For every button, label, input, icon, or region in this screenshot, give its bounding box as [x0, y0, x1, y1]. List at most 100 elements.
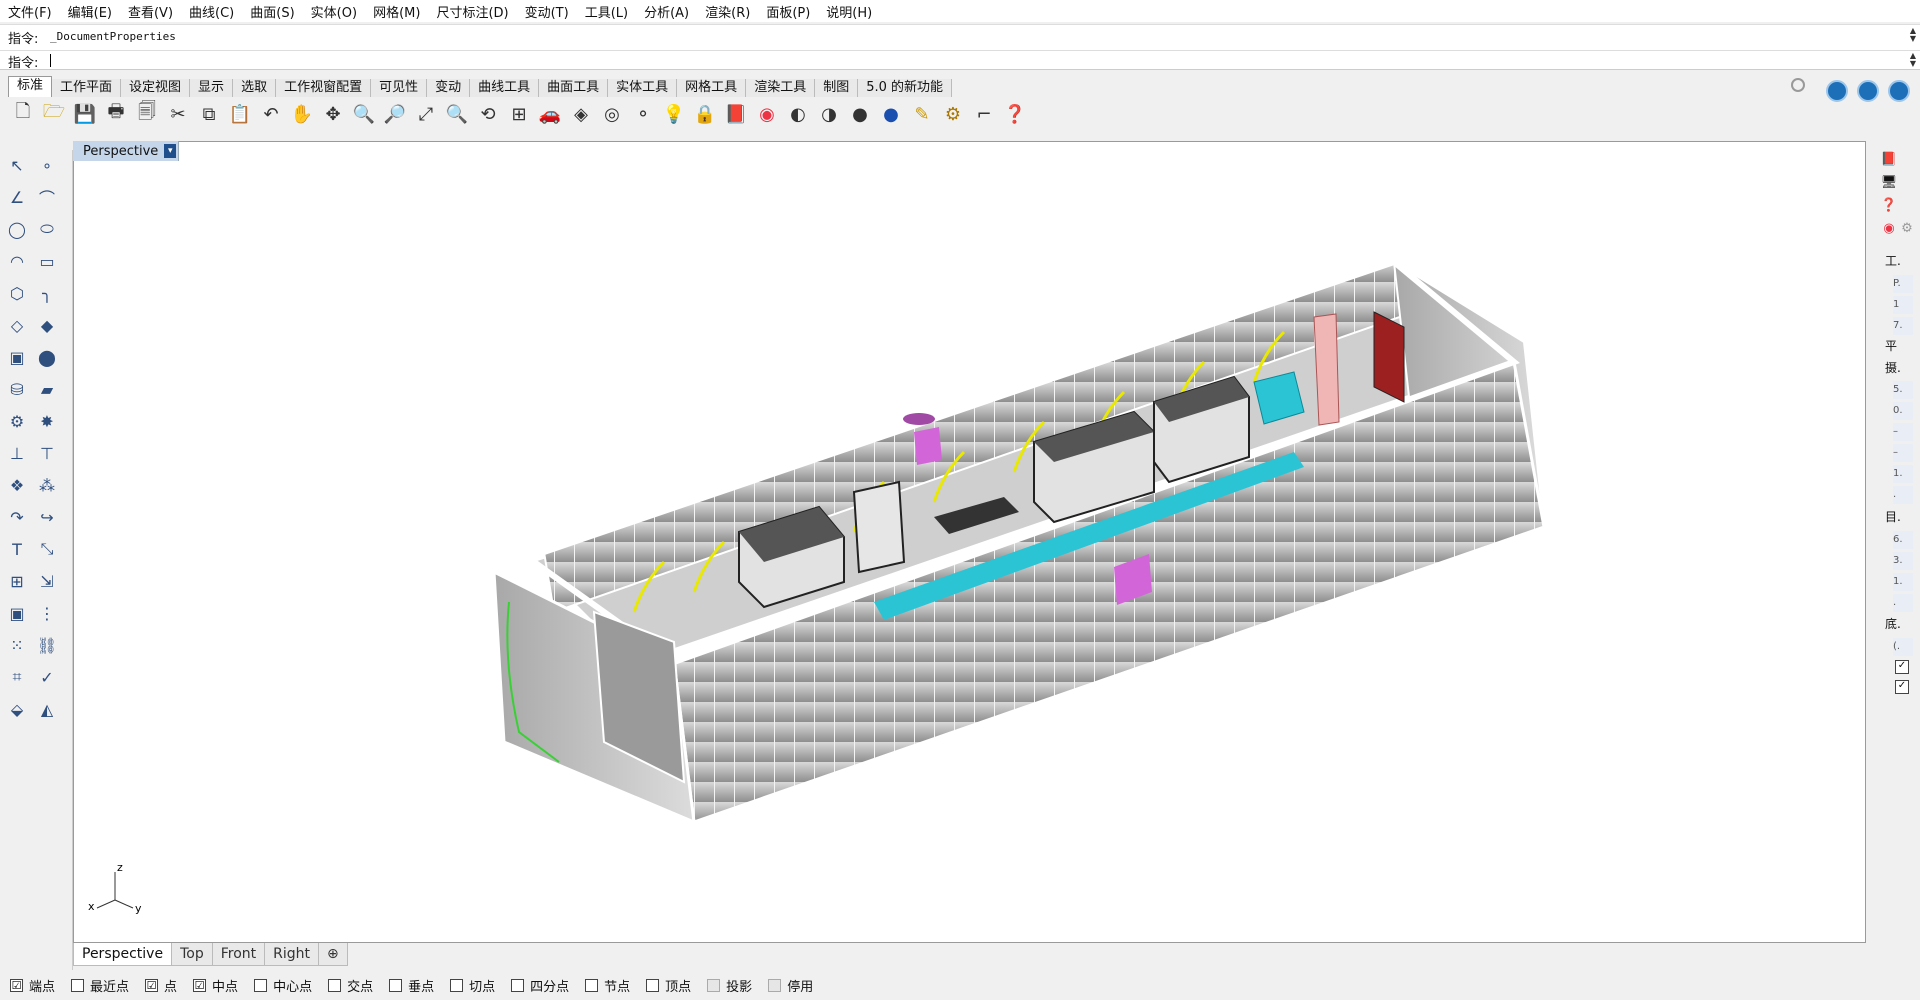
color-wheel-icon[interactable]: ◉	[754, 101, 780, 127]
osnap-tan[interactable]: 切点	[450, 976, 495, 995]
osnap-quad-checkbox[interactable]	[511, 978, 525, 992]
osnap-near[interactable]: 最近点	[71, 976, 129, 995]
tab-new-in-v5[interactable]: 5.0 的新功能	[858, 79, 953, 97]
menu-file[interactable]: 文件(F)	[0, 2, 60, 21]
prop-field-13[interactable]: 6.	[1893, 531, 1913, 549]
prop-field-16[interactable]: .	[1893, 594, 1913, 612]
solid-box-icon[interactable]: ▣	[6, 602, 28, 624]
tab-transform[interactable]: 变动	[427, 79, 471, 97]
tab-render-tools[interactable]: 渲染工具	[746, 79, 816, 97]
open-folder-icon[interactable]: 🗁	[41, 101, 67, 127]
model-view[interactable]	[74, 142, 1865, 942]
polyline-icon[interactable]: ∠	[6, 186, 28, 208]
wireframe-sphere-icon[interactable]: ◐	[785, 101, 811, 127]
panel-gear-icon[interactable]: ⚙	[1898, 220, 1916, 238]
explode-icon[interactable]: ✸	[36, 410, 58, 432]
osnap-near-checkbox[interactable]	[71, 978, 85, 992]
box-icon[interactable]: ▣	[6, 346, 28, 368]
grid-array-icon[interactable]: ⁙	[6, 634, 28, 656]
prop-checkbox-1[interactable]: ✓	[1895, 660, 1909, 674]
menu-transform[interactable]: 变动(T)	[517, 2, 577, 21]
cylinder-icon[interactable]: ⛁	[6, 378, 28, 400]
tab-set-view[interactable]: 设定视图	[121, 79, 191, 97]
plane-surface-icon[interactable]: ▰	[36, 378, 58, 400]
curve-icon[interactable]: ⌒	[36, 186, 58, 208]
camera-target-icon[interactable]: ◈	[568, 101, 594, 127]
light-bulb-icon[interactable]: 💡	[661, 101, 687, 127]
menu-analyze[interactable]: 分析(A)	[636, 2, 697, 21]
osnap-tan-checkbox[interactable]	[450, 978, 464, 992]
zoom-window-icon[interactable]: 🔎	[382, 101, 408, 127]
prop-field-18[interactable]: (.	[1893, 638, 1913, 656]
osnap-int[interactable]: 交点	[328, 976, 373, 995]
tab-drafting[interactable]: 制图	[815, 79, 859, 97]
zoom-selected-icon[interactable]: 🔍	[444, 101, 470, 127]
menu-panels[interactable]: 面板(P)	[758, 2, 818, 21]
cplane-icon[interactable]: ◎	[599, 101, 625, 127]
select-arrow-icon[interactable]: ↖	[6, 154, 28, 176]
add-viewport-icon[interactable]: ⊕	[318, 942, 348, 966]
osnap-perp-checkbox[interactable]	[389, 978, 403, 992]
surface-edge-icon[interactable]: ◆	[36, 314, 58, 336]
surface-corner-icon[interactable]: ◇	[6, 314, 28, 336]
group-icon[interactable]: ❖	[6, 474, 28, 496]
view-tab-perspective[interactable]: Perspective	[73, 942, 173, 966]
cut-icon[interactable]: ✂	[165, 101, 191, 127]
sync-icon-1[interactable]	[1826, 80, 1848, 102]
prop-field-7[interactable]: 0.	[1893, 402, 1913, 420]
prop-checkbox-2[interactable]: ✓	[1895, 680, 1909, 694]
undo-icon[interactable]: ↶	[258, 101, 284, 127]
osnap-vertex[interactable]: 顶点	[646, 976, 691, 995]
display-monitor-icon[interactable]: 🖥	[1880, 174, 1898, 192]
menu-render[interactable]: 渲染(R)	[697, 2, 758, 21]
command-scroll-arrows[interactable]: ▲ ▼	[1910, 52, 1916, 68]
materials-color-icon[interactable]: ◉	[1880, 220, 1898, 238]
tab-curve-tools[interactable]: 曲线工具	[470, 79, 540, 97]
tab-viewport-layout[interactable]: 工作视窗配置	[276, 79, 372, 97]
osnap-mid[interactable]: ☑ 中点	[193, 976, 238, 995]
view-tab-right[interactable]: Right	[264, 942, 320, 966]
osnap-knot-checkbox[interactable]	[585, 978, 599, 992]
osnap-disable[interactable]: 停用	[768, 976, 813, 995]
highlighter-icon[interactable]: ✎	[909, 101, 935, 127]
zoom-extents-icon[interactable]: ⤢	[413, 101, 439, 127]
command-line[interactable]: 指令: ▲ ▼	[0, 50, 1920, 71]
new-file-icon[interactable]: 🗋	[10, 101, 36, 127]
analyze-icon[interactable]: ⌗	[6, 666, 28, 688]
osnap-disable-checkbox[interactable]	[768, 978, 782, 992]
osnap-project-checkbox[interactable]	[707, 978, 721, 992]
select-points-icon[interactable]: ⚬	[630, 101, 656, 127]
tab-mesh-tools[interactable]: 网格工具	[677, 79, 747, 97]
viewport-title-tab[interactable]: Perspective ▾	[73, 141, 180, 161]
osnap-point-checkbox[interactable]: ☑	[145, 978, 159, 992]
lock-icon[interactable]: 🔒	[692, 101, 718, 127]
menu-edit[interactable]: 编辑(E)	[60, 2, 120, 21]
viewport-menu-chevron-down-icon[interactable]: ▾	[164, 144, 177, 158]
menu-dimension[interactable]: 尺寸标注(D)	[428, 2, 516, 21]
sync-icon-3[interactable]	[1888, 80, 1910, 102]
prop-field-11[interactable]: .	[1893, 486, 1913, 504]
view-tab-top[interactable]: Top	[171, 942, 213, 966]
boolean-icon[interactable]: ⬤	[36, 346, 58, 368]
car-icon[interactable]: 🚗	[537, 101, 563, 127]
mesh-gear-icon[interactable]: ⚙	[6, 410, 28, 432]
arc-icon[interactable]: ◠	[6, 250, 28, 272]
menu-view[interactable]: 查看(V)	[120, 2, 181, 21]
prop-field-10[interactable]: 1.	[1893, 465, 1913, 483]
scale-icon[interactable]: ⇲	[36, 570, 58, 592]
osnap-vertex-checkbox[interactable]	[646, 978, 660, 992]
layer-book-icon[interactable]: 📕	[723, 101, 749, 127]
check-icon[interactable]: ✓	[36, 666, 58, 688]
history-scroll-arrows[interactable]: ▲ ▼	[1910, 27, 1916, 43]
ungroup-icon[interactable]: ⁂	[36, 474, 58, 496]
tab-surface-tools[interactable]: 曲面工具	[539, 79, 609, 97]
menu-tools[interactable]: 工具(L)	[577, 2, 636, 21]
osnap-point[interactable]: ☑ 点	[145, 976, 177, 995]
tab-cplanes[interactable]: 工作平面	[52, 79, 122, 97]
prop-field-2[interactable]: 1	[1893, 296, 1913, 314]
prop-field-6[interactable]: 5.	[1893, 381, 1913, 399]
perspective-viewport[interactable]	[73, 141, 1866, 943]
ellipse-icon[interactable]: ⬭	[36, 218, 58, 240]
menu-mesh[interactable]: 网格(M)	[365, 2, 428, 21]
tab-visibility[interactable]: 可见性	[371, 79, 428, 97]
